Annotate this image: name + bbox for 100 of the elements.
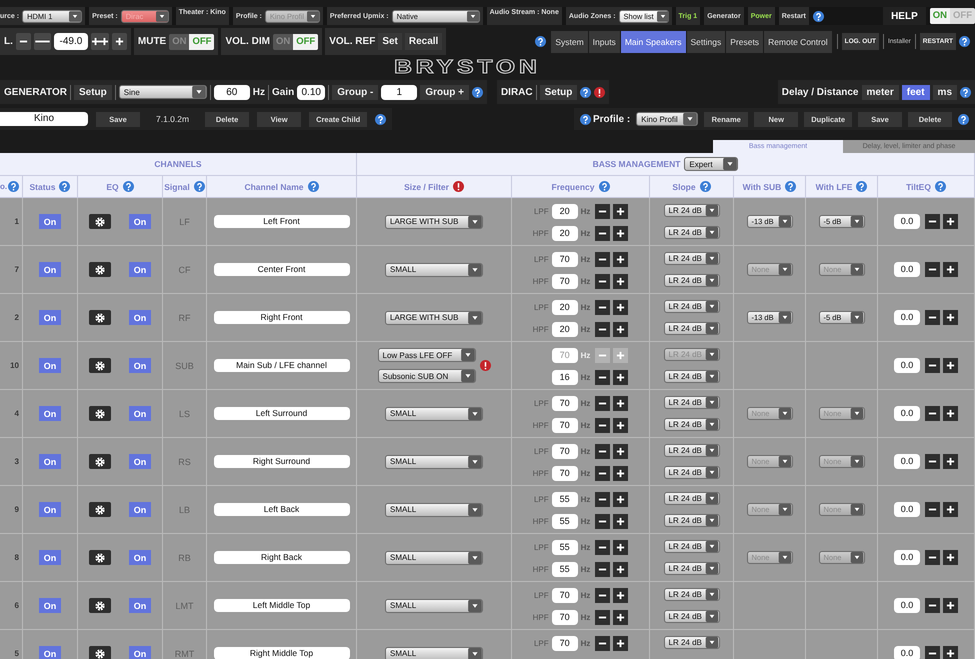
- dropdown[interactable]: LARGE WITH SUB: [385, 310, 483, 324]
- frequency-field[interactable]: 20: [552, 322, 578, 336]
- frequency-field[interactable]: 70: [552, 396, 578, 410]
- nav-tab[interactable]: Main Speakers: [620, 30, 686, 52]
- dropdown[interactable]: LR 24 dB: [664, 226, 720, 239]
- eq-button[interactable]: On: [128, 310, 152, 325]
- increase-button[interactable]: [613, 370, 628, 384]
- dropdown[interactable]: LR 24 dB: [664, 300, 720, 313]
- channel-name-field[interactable]: Left Middle Top: [214, 599, 350, 612]
- decrease-button[interactable]: [595, 226, 610, 240]
- group-minus-button[interactable]: Group -: [332, 84, 378, 100]
- decrease-button[interactable]: [925, 214, 940, 229]
- nav-tab[interactable]: Inputs: [588, 30, 620, 52]
- dropdown[interactable]: SMALL: [385, 646, 483, 659]
- unit-option[interactable]: meter: [862, 84, 899, 100]
- decrease-button[interactable]: [595, 514, 610, 528]
- frequency-field[interactable]: 70: [552, 636, 578, 650]
- reference-button[interactable]: Set: [378, 33, 402, 50]
- increase-button[interactable]: [943, 598, 958, 613]
- increase-button[interactable]: [613, 444, 628, 458]
- decrease-button[interactable]: [595, 444, 610, 458]
- dropdown[interactable]: Low Pass LFE OFF: [378, 348, 476, 362]
- tilt-field[interactable]: 0.0: [894, 406, 920, 421]
- decrease-button[interactable]: [595, 588, 610, 602]
- volume-up-large-button[interactable]: [90, 33, 109, 50]
- channel-name-field[interactable]: Right Back: [214, 551, 350, 564]
- eq-button[interactable]: On: [128, 406, 152, 421]
- decrease-button[interactable]: [925, 406, 940, 421]
- dropdown[interactable]: Sine: [118, 85, 207, 99]
- tilt-field[interactable]: 0.0: [894, 310, 920, 325]
- decrease-button[interactable]: [595, 300, 610, 314]
- tilt-field[interactable]: 0.0: [894, 214, 920, 229]
- reference-button[interactable]: Recall: [404, 33, 442, 50]
- increase-button[interactable]: [613, 418, 628, 432]
- status-button[interactable]: On: [38, 358, 62, 373]
- channel-name-field[interactable]: Left Back: [214, 503, 350, 516]
- increase-button[interactable]: [943, 406, 958, 421]
- increase-button[interactable]: [613, 540, 628, 554]
- dropdown[interactable]: LR 24 dB: [664, 466, 720, 479]
- nav-tab[interactable]: Presets: [726, 30, 764, 52]
- nav-tab[interactable]: Settings: [686, 30, 726, 52]
- status-button[interactable]: On: [38, 406, 62, 421]
- dropdown[interactable]: LR 24 dB: [664, 588, 720, 601]
- dropdown[interactable]: SMALL: [385, 502, 483, 516]
- decrease-button[interactable]: [595, 562, 610, 576]
- eq-settings-button[interactable]: [88, 214, 111, 229]
- dropdown[interactable]: LR 24 dB: [664, 204, 720, 217]
- volume-field[interactable]: -49.0: [54, 33, 88, 50]
- frequency-field[interactable]: 70: [552, 610, 578, 624]
- channel-name-field[interactable]: Main Sub / LFE channel: [214, 359, 350, 372]
- dropdown[interactable]: LR 24 dB: [664, 418, 720, 431]
- decrease-button[interactable]: [595, 204, 610, 218]
- tilt-field[interactable]: 0.0: [894, 358, 920, 373]
- decrease-button[interactable]: [925, 550, 940, 565]
- increase-button[interactable]: [943, 502, 958, 517]
- dropdown[interactable]: LR 24 dB: [664, 492, 720, 505]
- dropdown[interactable]: LR 24 dB: [664, 370, 720, 383]
- decrease-button[interactable]: [595, 466, 610, 480]
- dropdown[interactable]: SMALL: [385, 406, 483, 420]
- increase-button[interactable]: [613, 562, 628, 576]
- frequency-field[interactable]: 55: [552, 540, 578, 554]
- gain-field[interactable]: 0.10: [297, 84, 326, 100]
- setup-button[interactable]: Setup: [74, 84, 112, 100]
- channel-name-field[interactable]: Left Front: [214, 215, 350, 228]
- decrease-button[interactable]: [595, 322, 610, 336]
- status-button[interactable]: On: [38, 214, 62, 229]
- increase-button[interactable]: [613, 588, 628, 602]
- decrease-button[interactable]: [925, 646, 940, 659]
- dropdown[interactable]: LR 24 dB: [664, 562, 720, 575]
- dropdown[interactable]: Kino Profil: [636, 112, 698, 126]
- eq-settings-button[interactable]: [88, 646, 111, 659]
- dropdown[interactable]: LR 24 dB: [664, 610, 720, 623]
- increase-button[interactable]: [613, 466, 628, 480]
- tilt-field[interactable]: 0.0: [894, 262, 920, 277]
- unit-option[interactable]: ms: [932, 84, 957, 100]
- status-button[interactable]: On: [38, 598, 62, 613]
- eq-settings-button[interactable]: [88, 406, 111, 421]
- frequency-field[interactable]: 70: [552, 466, 578, 480]
- increase-button[interactable]: [613, 226, 628, 240]
- increase-button[interactable]: [943, 262, 958, 277]
- eq-button[interactable]: On: [128, 646, 152, 659]
- dropdown[interactable]: LR 24 dB: [664, 252, 720, 265]
- eq-settings-button[interactable]: [88, 310, 111, 325]
- increase-button[interactable]: [613, 300, 628, 314]
- frequency-field[interactable]: 60: [214, 84, 250, 100]
- eq-settings-button[interactable]: [88, 454, 111, 469]
- decrease-button[interactable]: [595, 370, 610, 384]
- tilt-field[interactable]: 0.0: [894, 502, 920, 517]
- eq-settings-button[interactable]: [88, 358, 111, 373]
- decrease-button[interactable]: [595, 396, 610, 410]
- unit-option[interactable]: feet: [902, 84, 930, 100]
- increase-button[interactable]: [943, 454, 958, 469]
- status-button[interactable]: On: [38, 310, 62, 325]
- preset-name-field[interactable]: Kino: [0, 112, 88, 126]
- increase-button[interactable]: [613, 492, 628, 506]
- increase-button[interactable]: [613, 514, 628, 528]
- dropdown[interactable]: LARGE WITH SUB: [385, 214, 483, 228]
- frequency-field[interactable]: 55: [552, 514, 578, 528]
- decrease-button[interactable]: [925, 598, 940, 613]
- increase-button[interactable]: [613, 610, 628, 624]
